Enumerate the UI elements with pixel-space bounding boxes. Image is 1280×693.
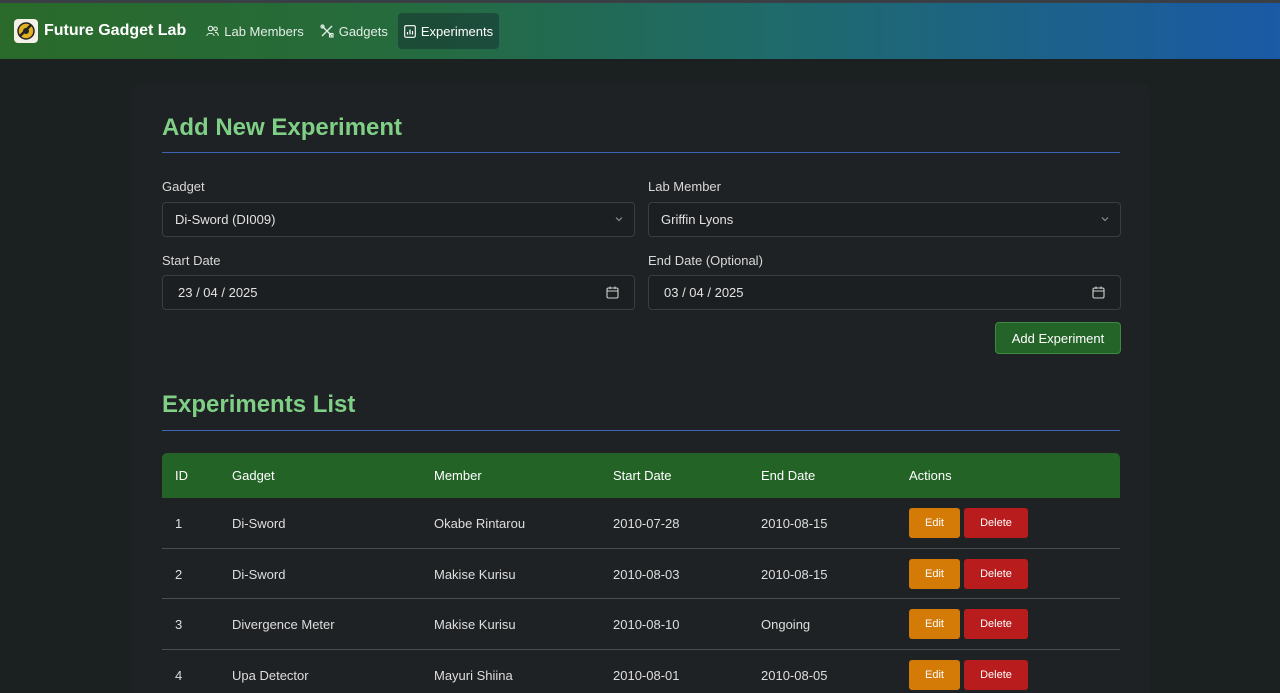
nav-link-label: Gadgets bbox=[338, 23, 388, 39]
edit-button[interactable]: Edit bbox=[909, 609, 960, 639]
cell-gadget: Divergence Meter bbox=[232, 617, 335, 632]
cell-id: 2 bbox=[175, 566, 183, 582]
table-row: 1 Di-Sword Okabe Rintarou 2010-07-28 201… bbox=[162, 498, 1120, 549]
cell-member: Makise Kurisu bbox=[434, 566, 516, 582]
end-date-value: 03 / 04 / 2025 bbox=[664, 285, 744, 300]
table-row: 4 Upa Detector Mayuri Shiina 2010-08-01 … bbox=[162, 650, 1120, 693]
column-header-member: Member bbox=[434, 468, 482, 483]
chevron-down-icon bbox=[1101, 217, 1109, 222]
lab-member-label: Lab Member bbox=[648, 179, 721, 194]
tools-icon bbox=[320, 24, 334, 38]
nav-link-label: Lab Members bbox=[224, 23, 304, 39]
edit-button[interactable]: Edit bbox=[909, 659, 960, 690]
end-date-input[interactable]: 03 / 04 / 2025 bbox=[648, 275, 1121, 310]
cell-end-date: 2010-08-15 bbox=[761, 566, 828, 582]
nav-link-gadgets[interactable]: Gadgets bbox=[314, 13, 394, 49]
experiments-table: ID Gadget Member Start Date End Date Act… bbox=[162, 453, 1120, 693]
edit-button[interactable]: Edit bbox=[909, 558, 960, 589]
delete-button[interactable]: Delete bbox=[964, 558, 1028, 589]
lab-logo-icon bbox=[14, 19, 38, 43]
cell-id: 3 bbox=[175, 617, 183, 632]
cell-gadget: Di-Sword bbox=[232, 516, 286, 531]
table-header: ID Gadget Member Start Date End Date Act… bbox=[162, 453, 1120, 498]
add-experiment-button[interactable]: Add Experiment bbox=[995, 322, 1121, 354]
list-title-divider bbox=[162, 430, 1120, 431]
delete-button[interactable]: Delete bbox=[964, 609, 1028, 639]
column-header-start-date: Start Date bbox=[613, 468, 672, 483]
cell-member: Mayuri Shiina bbox=[434, 667, 513, 683]
cell-start-date: 2010-08-03 bbox=[613, 566, 680, 582]
gadget-select[interactable]: Di-Sword (DI009) bbox=[162, 202, 635, 237]
gadget-select-value: Di-Sword (DI009) bbox=[175, 212, 276, 227]
chart-icon bbox=[404, 24, 416, 38]
gadget-label: Gadget bbox=[162, 179, 205, 194]
column-header-end-date: End Date bbox=[761, 468, 816, 483]
cell-end-date: Ongoing bbox=[761, 617, 811, 632]
calendar-icon[interactable] bbox=[606, 286, 619, 299]
form-title-divider bbox=[162, 152, 1120, 153]
list-title: Experiments List bbox=[162, 391, 356, 418]
chevron-down-icon bbox=[615, 217, 623, 222]
start-date-input[interactable]: 23 / 04 / 2025 bbox=[162, 275, 635, 310]
brand-name: Future Gadget Lab bbox=[44, 22, 187, 39]
table-row: 3 Divergence Meter Makise Kurisu 2010-08… bbox=[162, 599, 1120, 650]
start-date-value: 23 / 04 / 2025 bbox=[178, 285, 258, 300]
cell-end-date: 2010-08-15 bbox=[761, 516, 828, 531]
edit-button[interactable]: Edit bbox=[909, 508, 960, 538]
delete-button[interactable]: Delete bbox=[964, 659, 1028, 690]
cell-start-date: 2010-08-10 bbox=[613, 617, 680, 632]
brand[interactable]: Future Gadget Lab bbox=[14, 3, 200, 59]
cell-end-date: 2010-08-05 bbox=[761, 667, 828, 683]
nav-link-lab-members[interactable]: Lab Members bbox=[200, 13, 309, 49]
cell-start-date: 2010-08-01 bbox=[613, 667, 680, 683]
table-row: 2 Di-Sword Makise Kurisu 2010-08-03 2010… bbox=[162, 549, 1120, 599]
cell-gadget: Di-Sword bbox=[232, 566, 286, 582]
form-title: Add New Experiment bbox=[162, 114, 403, 141]
users-icon bbox=[206, 25, 220, 37]
cell-gadget: Upa Detector bbox=[232, 667, 309, 683]
nav-link-experiments[interactable]: Experiments bbox=[397, 13, 500, 49]
cell-member: Makise Kurisu bbox=[434, 617, 516, 632]
delete-button[interactable]: Delete bbox=[964, 508, 1028, 538]
column-header-gadget: Gadget bbox=[232, 468, 275, 483]
start-date-label: Start Date bbox=[162, 253, 221, 268]
cell-member: Okabe Rintarou bbox=[434, 516, 526, 531]
calendar-icon[interactable] bbox=[1092, 286, 1105, 299]
lab-member-select[interactable]: Griffin Lyons bbox=[648, 202, 1121, 237]
navbar: Future Gadget Lab Lab Members Gadgets Ex… bbox=[0, 3, 1280, 59]
cell-id: 1 bbox=[175, 516, 183, 531]
end-date-label: End Date (Optional) bbox=[648, 253, 763, 268]
nav-link-label: Experiments bbox=[420, 23, 494, 39]
cell-id: 4 bbox=[175, 667, 183, 683]
lab-member-select-value: Griffin Lyons bbox=[661, 212, 734, 227]
column-header-id: ID bbox=[175, 468, 188, 483]
cell-start-date: 2010-07-28 bbox=[613, 516, 680, 531]
column-header-actions: Actions bbox=[909, 468, 952, 483]
